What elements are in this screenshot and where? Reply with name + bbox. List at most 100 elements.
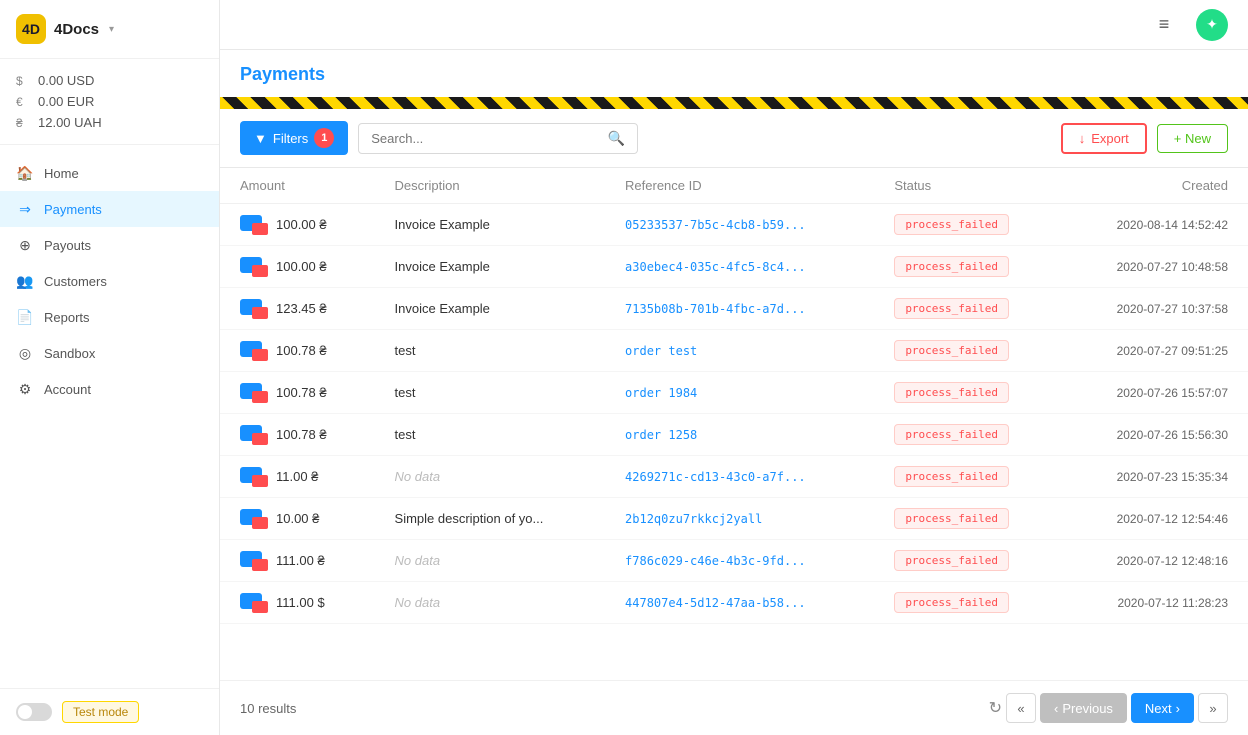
next-label: Next (1145, 701, 1172, 716)
sidebar-item-sandbox[interactable]: ◎ Sandbox (0, 335, 219, 371)
cell-description: No data (375, 540, 606, 582)
description-value: test (395, 385, 416, 400)
payments-icon: ⇒ (16, 200, 34, 218)
created-value: 2020-07-27 10:48:58 (1117, 260, 1228, 274)
cell-reference-id: 05233537-7b5c-4cb8-b59... (605, 204, 874, 246)
col-reference-id: Reference ID (605, 168, 874, 204)
app-name: 4Docs (54, 21, 99, 38)
profile-icon[interactable]: ✦ (1196, 9, 1228, 41)
sidebar-item-reports[interactable]: 📄 Reports (0, 299, 219, 335)
cell-status: process_failed (874, 456, 1063, 498)
cell-status: process_failed (874, 498, 1063, 540)
new-button[interactable]: + New (1157, 124, 1228, 153)
payment-card-icon (240, 299, 268, 319)
reference-id-value: order 1258 (625, 428, 697, 442)
sidebar-item-account[interactable]: ⚙ Account (0, 371, 219, 407)
cell-amount: 100.78 ₴ (220, 372, 375, 414)
status-badge: process_failed (894, 424, 1009, 445)
filters-button[interactable]: ▼ Filters 1 (240, 121, 348, 155)
next-chevron-icon: › (1176, 701, 1180, 716)
sidebar-header[interactable]: 4D 4Docs ▾ (0, 0, 219, 59)
sidebar-item-payments[interactable]: ⇒ Payments (0, 191, 219, 227)
warning-banner (220, 97, 1248, 109)
customers-icon: 👥 (16, 272, 34, 290)
balance-eur-value: 0.00 EUR (38, 94, 94, 109)
search-icon: 🔍 (608, 130, 625, 147)
table-row[interactable]: 123.45 ₴ Invoice Example7135b08b-701b-4f… (220, 288, 1248, 330)
reference-id-value: 4269271c-cd13-43c0-a7f... (625, 470, 806, 484)
cell-created: 2020-07-23 15:35:34 (1063, 456, 1248, 498)
table-row[interactable]: 100.78 ₴ testorder 1984process_failed202… (220, 372, 1248, 414)
table-row[interactable]: 111.00 $ No data447807e4-5d12-47aa-b58..… (220, 582, 1248, 624)
table-row[interactable]: 111.00 ₴ No dataf786c029-c46e-4b3c-9fd..… (220, 540, 1248, 582)
payouts-icon: ⊕ (16, 236, 34, 254)
cell-reference-id: 4269271c-cd13-43c0-a7f... (605, 456, 874, 498)
reference-id-value: order test (625, 344, 697, 358)
description-value: Invoice Example (395, 301, 490, 316)
cell-amount: 100.78 ₴ (220, 414, 375, 456)
filters-label: Filters (273, 131, 308, 146)
cell-amount: 10.00 ₴ (220, 498, 375, 540)
reference-id-value: 2b12q0zu7rkkcj2yall (625, 512, 762, 526)
payments-table: Amount Description Reference ID Status C… (220, 168, 1248, 624)
cell-created: 2020-07-26 15:56:30 (1063, 414, 1248, 456)
amount-value: 111.00 $ (276, 595, 325, 610)
next-page-button[interactable]: Next › (1131, 693, 1194, 723)
sidebar-item-payouts[interactable]: ⊕ Payouts (0, 227, 219, 263)
sandbox-icon: ◎ (16, 344, 34, 362)
cell-description: test (375, 330, 606, 372)
toggle-switch[interactable] (16, 703, 52, 721)
table-row[interactable]: 100.78 ₴ testorder 1258process_failed202… (220, 414, 1248, 456)
export-button[interactable]: ↓ Export (1061, 123, 1147, 154)
table-row[interactable]: 100.00 ₴ Invoice Examplea30ebec4-035c-4f… (220, 246, 1248, 288)
sidebar-item-label: Customers (44, 274, 107, 289)
table-footer: 10 results ↻ « ‹ Previous Next › » (220, 680, 1248, 735)
test-mode-toggle[interactable]: Test mode (16, 701, 203, 723)
amount-value: 10.00 ₴ (276, 511, 319, 526)
previous-page-button[interactable]: ‹ Previous (1040, 693, 1127, 723)
table-row[interactable]: 100.00 ₴ Invoice Example05233537-7b5c-4c… (220, 204, 1248, 246)
reports-icon: 📄 (16, 308, 34, 326)
payment-card-icon (240, 593, 268, 613)
status-badge: process_failed (894, 340, 1009, 361)
sidebar-item-label: Reports (44, 310, 90, 325)
payment-card-icon (240, 341, 268, 361)
cell-reference-id: 7135b08b-701b-4fbc-a7d... (605, 288, 874, 330)
cell-created: 2020-07-12 12:48:16 (1063, 540, 1248, 582)
cell-amount: 111.00 $ (220, 582, 375, 624)
amount-value: 100.78 ₴ (276, 343, 327, 358)
cell-created: 2020-07-27 10:48:58 (1063, 246, 1248, 288)
pagination: ↻ « ‹ Previous Next › » (989, 693, 1228, 723)
test-mode-section: Test mode (0, 688, 219, 735)
table-row[interactable]: 100.78 ₴ test order test process_failed 202… (220, 330, 1248, 372)
cell-status: process_failed (874, 330, 1063, 372)
refresh-icon[interactable]: ↻ (989, 698, 1002, 718)
cell-created: 2020-07-27 09:51:25 (1063, 330, 1248, 372)
dollar-icon: $ (16, 74, 30, 88)
col-description: Description (375, 168, 606, 204)
table-row[interactable]: 11.00 ₴ No data4269271c-cd13-43c0-a7f...… (220, 456, 1248, 498)
first-page-button[interactable]: « (1006, 693, 1036, 723)
hryvnia-icon: ₴ (16, 116, 30, 130)
filter-icon: ▼ (254, 131, 267, 146)
last-page-button[interactable]: » (1198, 693, 1228, 723)
filter-count-badge: 1 (314, 128, 334, 148)
sidebar-item-label: Payouts (44, 238, 91, 253)
sidebar-item-customers[interactable]: 👥 Customers (0, 263, 219, 299)
table-row[interactable]: 10.00 ₴ Simple description of yo...2b12q… (220, 498, 1248, 540)
menu-icon[interactable]: ≡ (1148, 9, 1180, 41)
table-header-row: Amount Description Reference ID Status C… (220, 168, 1248, 204)
sidebar-item-home[interactable]: 🏠 Home (0, 155, 219, 191)
payment-card-icon (240, 215, 268, 235)
status-badge: process_failed (894, 298, 1009, 319)
search-box[interactable]: 🔍 (358, 123, 638, 154)
main-nav: 🏠 Home ⇒ Payments ⊕ Payouts 👥 Customers … (0, 145, 219, 688)
description-value: test (395, 343, 416, 358)
reference-id-value: 7135b08b-701b-4fbc-a7d... (625, 302, 806, 316)
cell-description: Invoice Example (375, 246, 606, 288)
cell-created: 2020-07-27 10:37:58 (1063, 288, 1248, 330)
search-input[interactable] (371, 131, 600, 146)
cell-reference-id: order 1984 (605, 372, 874, 414)
col-created: Created (1063, 168, 1248, 204)
description-value: Invoice Example (395, 259, 490, 274)
